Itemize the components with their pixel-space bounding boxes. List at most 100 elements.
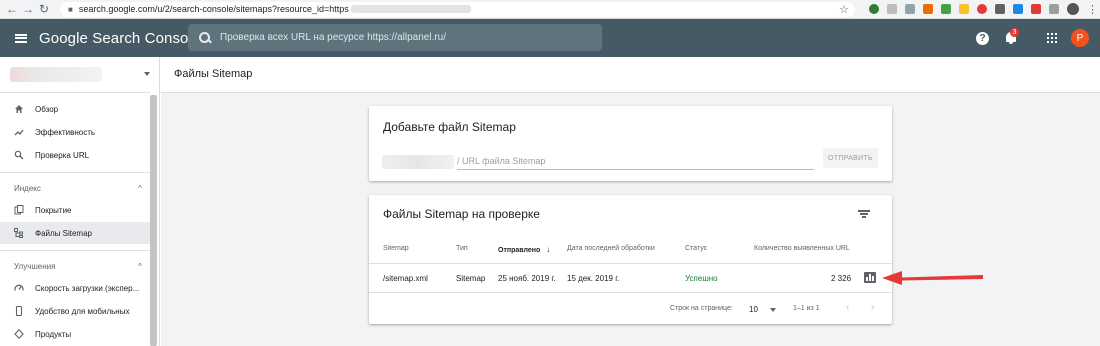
sidebar-item-label: Проверка URL: [35, 150, 90, 160]
column-header-discovered-urls[interactable]: Количество выявленных URL: [754, 245, 850, 252]
menu-icon[interactable]: [15, 33, 27, 43]
extension-icon[interactable]: [869, 4, 879, 14]
card-title: Добавьте файл Sitemap: [383, 120, 516, 134]
trending-up-icon: [14, 127, 24, 137]
column-header-last-read[interactable]: Дата последней обработки: [567, 245, 655, 252]
column-header-submitted[interactable]: Отправлено ↓: [498, 245, 550, 254]
browser-menu-icon[interactable]: ⋮: [1087, 3, 1098, 16]
extension-icon[interactable]: [905, 4, 915, 14]
browser-toolbar: ← → ↻ ■ search.google.com/u/2/search-con…: [0, 0, 1100, 19]
sidebar-item-label: Скорость загрузки (экспер...: [35, 283, 140, 293]
extension-icon[interactable]: [941, 4, 951, 14]
sidebar-item-overview[interactable]: Обзор: [0, 98, 150, 120]
sidebar-item-label: Удобство для мобильных: [35, 306, 130, 316]
diamond-icon: [14, 329, 24, 339]
add-sitemap-card: Добавьте файл Sitemap ОТПРАВИТЬ: [369, 106, 892, 181]
card-title: Файлы Sitemap на проверке: [383, 207, 540, 221]
arrow-down-icon: ↓: [546, 245, 551, 254]
redacted-url: [350, 5, 471, 13]
column-header-label: Отправлено: [498, 247, 541, 254]
submitted-sitemaps-card: Файлы Sitemap на проверке Sitemap Тип От…: [369, 195, 892, 324]
property-selector[interactable]: [10, 65, 150, 83]
sidebar-item-coverage[interactable]: Покрытие: [0, 199, 150, 221]
star-icon[interactable]: ☆: [839, 3, 849, 16]
divider: [369, 263, 892, 264]
sidebar-item-performance[interactable]: Эффективность: [0, 121, 150, 143]
submit-button[interactable]: ОТПРАВИТЬ: [823, 148, 878, 168]
search-icon: [199, 31, 211, 44]
section-enhancements[interactable]: Улучшения ^: [14, 259, 142, 273]
copy-icon: [14, 205, 24, 215]
extensions-area: [869, 4, 1059, 14]
back-icon[interactable]: ←: [4, 0, 20, 19]
notification-badge: 3: [1010, 28, 1019, 37]
extension-icon[interactable]: [887, 4, 897, 14]
extension-icon[interactable]: [959, 4, 969, 14]
extension-icon[interactable]: [923, 4, 933, 14]
sidebar-item-label: Эффективность: [35, 127, 96, 137]
divider: [369, 292, 892, 293]
redacted-url-prefix: [382, 155, 454, 169]
sidebar-item-products[interactable]: Продукты: [0, 323, 150, 345]
main-content: Файлы Sitemap Добавьте файл Sitemap ОТПР…: [161, 57, 1100, 346]
sidebar-item-mobile[interactable]: Удобство для мобильных: [0, 300, 150, 322]
cell-discovered-urls: 2 326: [831, 274, 852, 283]
rows-per-page-select[interactable]: 10: [749, 305, 776, 314]
sitemap-icon: [14, 228, 24, 238]
bar-chart-icon[interactable]: [864, 272, 876, 283]
sidebar-scrollbar[interactable]: [150, 95, 157, 346]
extension-icon[interactable]: [977, 4, 987, 14]
page-header: Файлы Sitemap: [161, 57, 1100, 93]
extension-icon[interactable]: [995, 4, 1005, 14]
extension-icon[interactable]: [1049, 4, 1059, 14]
search-input[interactable]: [220, 32, 580, 43]
address-bar[interactable]: ■ search.google.com/u/2/search-console/s…: [60, 1, 855, 17]
extension-icon[interactable]: [1013, 4, 1023, 14]
chevron-down-icon: [144, 72, 150, 76]
sidebar-item-speed[interactable]: Скорость загрузки (экспер...: [0, 277, 150, 299]
chevron-right-icon[interactable]: ›: [871, 302, 874, 313]
extension-icon[interactable]: [1031, 4, 1041, 14]
redacted-property: [10, 66, 102, 82]
section-index[interactable]: Индекс ^: [14, 181, 142, 195]
divider: [0, 172, 150, 173]
address-text: search.google.com/u/2/search-console/sit…: [78, 4, 349, 14]
cell-sitemap: /sitemap.xml: [383, 274, 428, 283]
url-inspection-search[interactable]: [188, 24, 602, 51]
divider: [0, 92, 150, 93]
sidebar-item-url-inspection[interactable]: Проверка URL: [0, 144, 150, 166]
lock-icon: ■: [68, 4, 73, 14]
chevron-up-icon: ^: [138, 261, 142, 271]
cell-submitted: 25 нояб. 2019 г.: [498, 274, 556, 283]
sitemap-url-input[interactable]: [457, 153, 814, 170]
filter-icon[interactable]: [858, 209, 870, 218]
apps-icon[interactable]: [1047, 33, 1057, 43]
app-title: Google Search Console: [39, 29, 201, 47]
cell-status: Успешно: [685, 274, 718, 283]
column-header-type[interactable]: Тип: [456, 245, 468, 252]
sidebar-item-label: Файлы Sitemap: [35, 228, 92, 238]
column-header-sitemap[interactable]: Sitemap: [383, 245, 409, 252]
forward-icon[interactable]: →: [20, 0, 36, 19]
speed-icon: [14, 283, 24, 293]
sidebar-item-label: Покрытие: [35, 205, 72, 215]
chevron-left-icon[interactable]: ‹: [846, 302, 849, 313]
help-icon[interactable]: ?: [976, 32, 989, 45]
section-title: Улучшения: [14, 261, 56, 271]
profile-avatar-icon[interactable]: [1067, 3, 1079, 15]
phone-icon: [14, 306, 24, 316]
chevron-down-icon: [769, 307, 776, 312]
divider: [0, 250, 150, 251]
account-avatar[interactable]: P: [1071, 29, 1089, 47]
sidebar-item-label: Обзор: [35, 104, 59, 114]
sidebar-item-sitemaps[interactable]: Файлы Sitemap: [0, 222, 150, 244]
column-header-status[interactable]: Статус: [685, 245, 707, 252]
home-icon: [14, 104, 24, 114]
search-icon: [14, 150, 24, 160]
annotation-arrow-icon: [882, 271, 983, 285]
pagination-range: 1–1 из 1: [793, 305, 820, 312]
rows-per-page-value: 10: [749, 305, 758, 314]
reload-icon[interactable]: ↻: [36, 0, 52, 19]
chevron-up-icon: ^: [138, 183, 142, 193]
sidebar-item-label: Продукты: [35, 329, 72, 339]
